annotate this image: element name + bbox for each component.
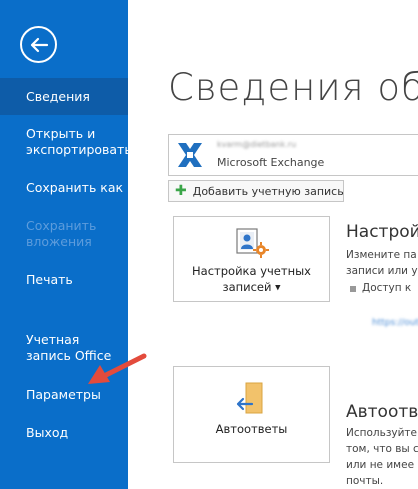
plus-icon: ✚ [175, 183, 187, 199]
sidebar-item-options[interactable]: Параметры [0, 387, 128, 403]
auto-replies-heading: Автоотве [346, 402, 418, 422]
auto-replies-desc-line2: том, что вы с [346, 443, 418, 455]
account-settings-icon [236, 228, 269, 258]
sidebar-item-label: Выход [26, 425, 69, 440]
account-selector[interactable]: kvarm@dietbank.ru Microsoft Exchange [168, 134, 418, 176]
account-settings-desc-line2: записи или у [346, 265, 418, 277]
account-settings-label-line1: Настройка учетных [192, 264, 311, 278]
back-arrow-icon [30, 37, 48, 52]
annotation-arrow-icon [88, 353, 147, 384]
page-title: Сведения об у [168, 66, 418, 109]
sidebar-item-open-export[interactable]: Открыть и экспортировать [0, 126, 132, 158]
account-settings-label-line2: записей ▼ [222, 280, 281, 294]
auto-replies-desc-line4: почты. [346, 475, 384, 487]
sidebar-item-info[interactable]: Сведения [0, 78, 128, 115]
sidebar-item-save-attachments: Сохранить вложения [0, 218, 112, 250]
add-account-label: Добавить учетную запись [192, 184, 344, 198]
sidebar-item-label: Параметры [26, 387, 101, 402]
sidebar-item-print[interactable]: Печать [0, 272, 128, 288]
account-settings-desc-line1: Измените па [346, 249, 417, 261]
bullet-marker [350, 286, 356, 292]
account-settings-button[interactable]: Настройка учетных записей ▼ [173, 216, 330, 302]
auto-replies-desc-line3: или не имее [346, 459, 415, 471]
auto-replies-desc-line1: Используйте [346, 427, 418, 439]
exchange-icon [175, 140, 205, 170]
sidebar-item-label: Сведения [26, 88, 90, 104]
account-email: kvarm@dietbank.ru [217, 140, 297, 149]
back-button[interactable] [20, 26, 57, 63]
auto-replies-button[interactable]: Автоответы [173, 366, 330, 463]
sidebar-item-save-as[interactable]: Сохранить как [0, 180, 128, 196]
sidebar-item-label: Открыть и экспортировать [26, 126, 132, 157]
sidebar-item-label: Печать [26, 272, 73, 287]
account-settings-bullet: Доступ к [362, 282, 412, 294]
backstage-sidebar: Сведения Открыть и экспортировать Сохран… [0, 0, 132, 489]
auto-replies-label: Автоответы [215, 422, 288, 436]
owa-link[interactable]: https://outl [372, 318, 418, 328]
account-type: Microsoft Exchange [217, 156, 325, 169]
auto-replies-icon [236, 382, 263, 414]
account-settings-heading: Настрой [346, 222, 418, 242]
dropdown-caret-icon: ▼ [275, 283, 281, 292]
sidebar-item-label: Сохранить как [26, 180, 124, 195]
sidebar-item-exit[interactable]: Выход [0, 425, 128, 441]
main-content: Сведения об у kvarm@dietbank.ru Microsof… [128, 0, 418, 489]
sidebar-item-label: Сохранить вложения [26, 218, 97, 249]
add-account-button[interactable]: ✚ Добавить учетную запись [168, 180, 344, 202]
